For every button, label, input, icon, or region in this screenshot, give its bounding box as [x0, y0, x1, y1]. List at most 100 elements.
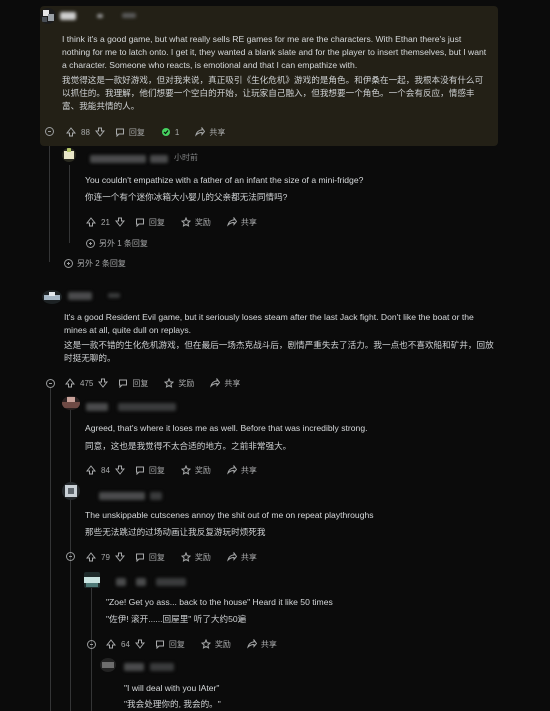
- downvote-button[interactable]: [114, 552, 125, 562]
- award-button[interactable]: 奖励: [180, 217, 211, 228]
- share-icon: [226, 465, 237, 475]
- comment-actions: 88 回复 1 共享: [66, 125, 225, 139]
- award-button[interactable]: 奖励: [164, 378, 194, 389]
- downvote-icon: [114, 552, 125, 562]
- username: [136, 578, 146, 586]
- downvote-button[interactable]: [94, 127, 105, 137]
- more-replies-link[interactable]: 另外 2 条回复: [64, 258, 126, 269]
- share-button[interactable]: 共享: [226, 465, 257, 476]
- award-icon: [164, 378, 175, 388]
- username[interactable]: [60, 12, 76, 20]
- downvote-button[interactable]: [98, 378, 109, 388]
- award-count: 1: [174, 127, 180, 137]
- more-replies-link[interactable]: 另外 1 条回复: [86, 238, 148, 249]
- username[interactable]: [116, 578, 126, 586]
- comment-text-cn: 我觉得这是一款好游戏，但对我来说，真正吸引《生化危机》游戏的是角色。和伊桑在一起…: [62, 75, 484, 111]
- downvote-button[interactable]: [134, 639, 145, 649]
- username: [156, 578, 186, 586]
- comment-text-en: "Zoe! Get yo ass... back to the house" H…: [106, 597, 333, 607]
- vote-count: 88: [81, 127, 90, 137]
- comment-text-cn: "佐伊! 滚开......回屋里" 听了大约50遍: [106, 614, 247, 624]
- share-icon: [226, 552, 237, 562]
- username[interactable]: [99, 492, 145, 500]
- plus-circle-icon: [64, 259, 73, 268]
- comment-text-cn: 同意，这也是我觉得不太合适的地方。之前非常强大。: [85, 441, 292, 451]
- downvote-icon: [134, 639, 145, 649]
- award-button[interactable]: 奖励: [180, 552, 211, 563]
- avatar[interactable]: [40, 8, 56, 24]
- username[interactable]: [68, 292, 92, 300]
- upvote-button[interactable]: [65, 378, 75, 388]
- avatar[interactable]: [84, 572, 100, 588]
- reply-button[interactable]: 回复: [115, 127, 145, 138]
- avatar[interactable]: [62, 396, 80, 410]
- more-replies-label: 另外 1 条回复: [99, 239, 148, 248]
- upvote-button[interactable]: [106, 639, 116, 649]
- reply-label: 回复: [128, 127, 145, 137]
- reply-button[interactable]: 回复: [155, 639, 185, 650]
- award-button[interactable]: 1: [161, 127, 179, 137]
- username[interactable]: [86, 403, 108, 411]
- share-icon: [195, 127, 206, 137]
- award-label: 奖励: [178, 378, 195, 388]
- vote-count: 64: [121, 639, 130, 649]
- upvote-button[interactable]: [86, 465, 96, 475]
- share-button[interactable]: 共享: [226, 552, 257, 563]
- thread-line: [50, 388, 51, 711]
- reply-button[interactable]: 回复: [135, 552, 165, 563]
- downvote-button[interactable]: [114, 217, 125, 227]
- timestamp-blur: [122, 13, 136, 18]
- reply-icon: [155, 639, 165, 649]
- award-icon: [161, 127, 171, 137]
- collapse-thread-button[interactable]: [87, 640, 96, 649]
- vote-count: 21: [101, 217, 110, 227]
- comment-text-en: You couldn't empathize with a father of …: [85, 175, 364, 185]
- upvote-icon: [86, 217, 96, 227]
- avatar[interactable]: [62, 148, 76, 162]
- avatar[interactable]: [100, 658, 116, 672]
- award-icon: [180, 552, 191, 562]
- share-label: 共享: [260, 639, 277, 649]
- vote-count: 79: [101, 552, 110, 562]
- share-icon: [226, 217, 237, 227]
- upvote-button[interactable]: [86, 552, 96, 562]
- share-label: 共享: [240, 552, 257, 562]
- username[interactable]: [90, 155, 146, 163]
- collapse-thread-button[interactable]: [66, 552, 75, 561]
- reply-button[interactable]: 回复: [118, 378, 148, 389]
- collapse-thread-button[interactable]: [46, 379, 55, 388]
- share-label: 共享: [224, 378, 241, 388]
- reply-icon: [135, 217, 145, 227]
- upvote-button[interactable]: [86, 217, 96, 227]
- award-button[interactable]: 奖励: [180, 465, 211, 476]
- award-label: 奖励: [194, 217, 211, 227]
- thread-line: [69, 165, 70, 243]
- share-button[interactable]: 共享: [195, 127, 225, 138]
- username: [150, 492, 162, 500]
- comment-text-cn: 你连一个有个迷你冰箱大小婴儿的父亲都无法同情吗?: [85, 192, 288, 202]
- comment-actions: 64 回复 奖励 共享: [106, 637, 277, 651]
- avatar[interactable]: [62, 482, 80, 500]
- downvote-button[interactable]: [114, 465, 125, 475]
- comment-text-en: The unskippable cutscenes annoy the shit…: [85, 510, 374, 520]
- upvote-icon: [106, 639, 116, 649]
- comment-actions: 84 回复 奖励 共享: [86, 463, 257, 477]
- reply-button[interactable]: 回复: [135, 465, 165, 476]
- thread-line: [49, 140, 50, 262]
- downvote-icon: [98, 378, 109, 388]
- award-label: 奖励: [194, 552, 211, 562]
- user-flair: [97, 14, 103, 18]
- share-button[interactable]: 共享: [226, 217, 257, 228]
- collapse-thread-button[interactable]: [45, 127, 54, 136]
- reply-button[interactable]: 回复: [135, 217, 165, 228]
- share-button[interactable]: 共享: [246, 639, 277, 650]
- share-button[interactable]: 共享: [210, 378, 240, 389]
- downvote-icon: [114, 217, 125, 227]
- award-button[interactable]: 奖励: [200, 639, 231, 650]
- username: [118, 403, 176, 411]
- upvote-button[interactable]: [66, 127, 76, 137]
- comment-text-cn: "我会处理你的, 我会的。": [124, 699, 221, 709]
- comment-text-en: "I will deal with you lAter": [124, 683, 220, 693]
- username[interactable]: [124, 663, 144, 671]
- avatar[interactable]: [42, 290, 62, 304]
